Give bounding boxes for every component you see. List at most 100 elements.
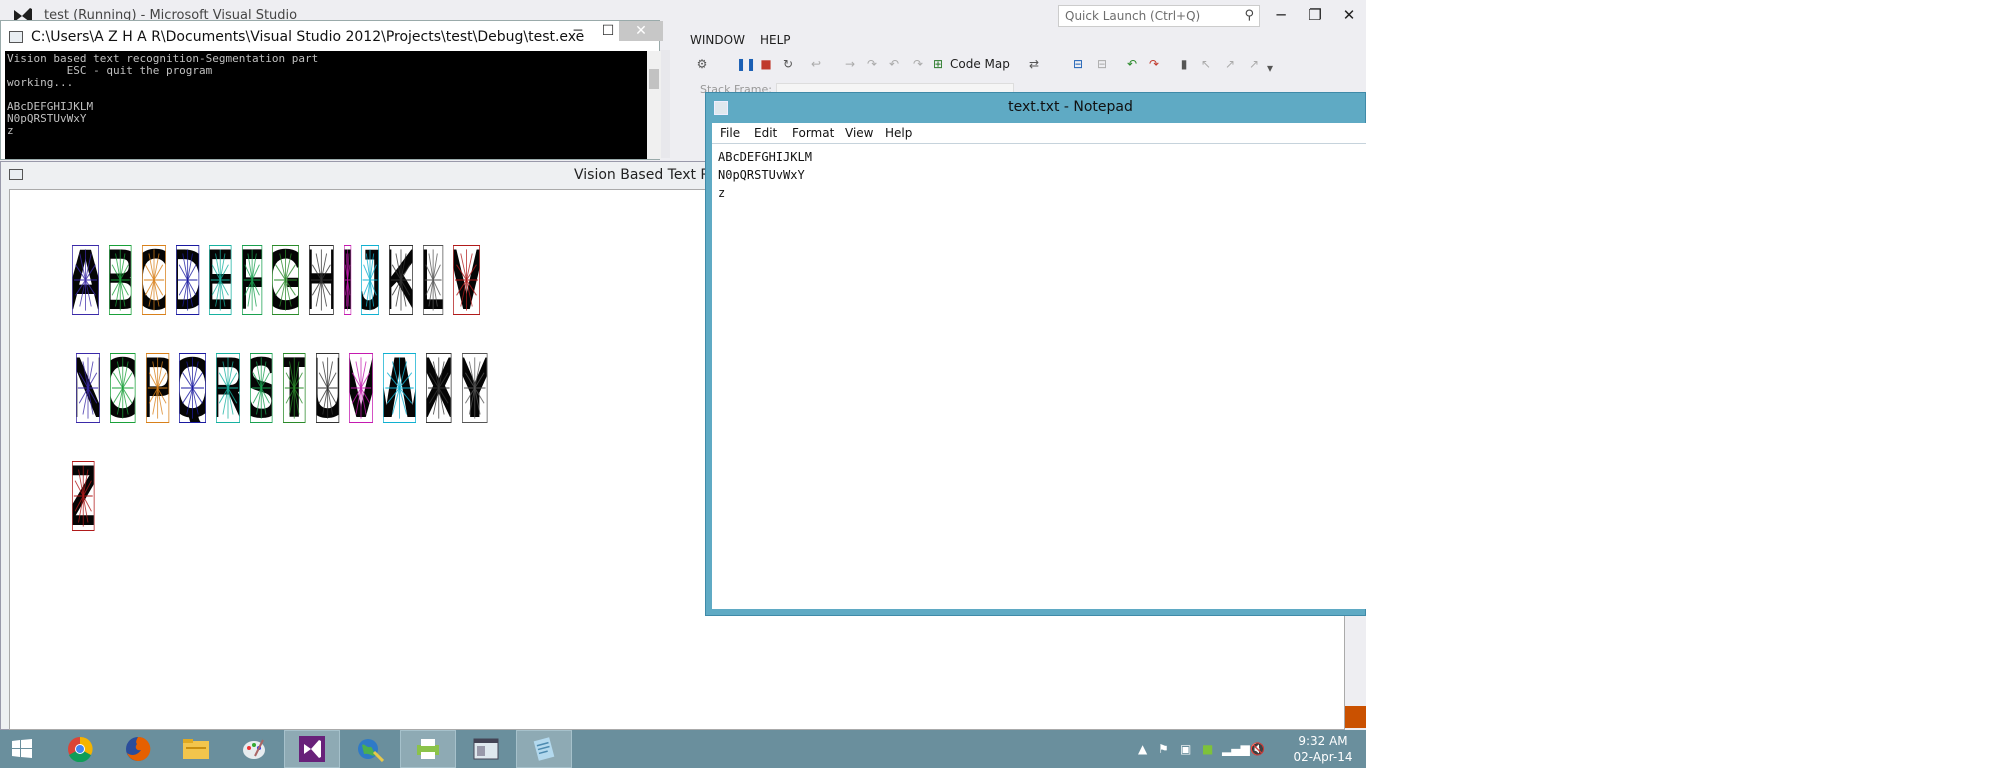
taskbar-firefox-button[interactable] — [110, 730, 166, 768]
taskbar-chrome-button[interactable] — [52, 730, 108, 768]
notepad-menu-edit[interactable]: Edit — [754, 126, 777, 140]
quick-launch-input[interactable]: Quick Launch (Ctrl+Q) ⚲ — [1058, 5, 1260, 27]
keypoint-lines — [243, 246, 262, 314]
console-scrollbar[interactable] — [647, 51, 661, 159]
keypoint-lines — [350, 354, 373, 422]
notepad-menu-help[interactable]: Help — [885, 126, 912, 140]
desktop: test (Running) - Microsoft Visual Studio… — [0, 0, 1366, 768]
taskbar-paint-button[interactable] — [226, 730, 282, 768]
segmented-letter-v: V — [349, 353, 373, 423]
segmented-letter-r: R — [216, 353, 240, 423]
taskbar-window-app-button[interactable] — [458, 730, 514, 768]
window-app-icon — [473, 738, 499, 760]
taskbar-globe-app-button[interactable] — [342, 730, 398, 768]
taskbar-printer-app-button[interactable] — [400, 730, 456, 768]
console-scroll-thumb[interactable] — [649, 69, 659, 89]
threads-icon[interactable]: ⊟ — [1070, 56, 1086, 72]
segmented-letter-d: D — [176, 245, 200, 315]
menu-help[interactable]: HELP — [760, 33, 791, 47]
keypoint-lines — [454, 246, 480, 314]
code-map-icon[interactable]: ⊞ — [930, 56, 946, 72]
clock-time: 9:32 AM — [1298, 734, 1348, 748]
step-into-icon[interactable]: → — [842, 56, 858, 72]
clear-bookmarks-icon[interactable]: ↷ — [1146, 56, 1162, 72]
segmented-letter-s: S — [250, 353, 273, 423]
network-icon[interactable]: ▂▄▆ — [1222, 742, 1250, 756]
taskbar-clock[interactable]: 9:32 AM 02-Apr-14 — [1288, 733, 1358, 765]
keypoint-lines — [284, 354, 305, 422]
step-over-icon[interactable]: ↷ — [864, 56, 880, 72]
segmented-letter-k: K — [389, 245, 413, 315]
keypoint-lines — [210, 246, 231, 314]
segmented-letter-l: L — [423, 245, 444, 315]
start-button[interactable] — [0, 730, 44, 768]
notepad-menu-format[interactable]: Format — [792, 126, 834, 140]
show-next-statement-icon[interactable]: ↩ — [808, 56, 824, 72]
tray-app-icon[interactable]: ▣ — [1180, 742, 1191, 756]
segmented-letter-f: F — [242, 245, 263, 315]
segmented-letter-u: U — [316, 353, 340, 423]
chrome-icon — [68, 736, 93, 762]
menu-window[interactable]: WINDOW — [690, 33, 745, 47]
attach-debugger-icon[interactable]: ⚙ — [694, 56, 710, 72]
vision-title: Vision Based Text Re — [574, 167, 719, 183]
segmented-letter-t: T — [283, 353, 306, 423]
console-line: z — [7, 124, 14, 137]
nvidia-icon[interactable]: ■ — [1202, 742, 1213, 756]
segmented-letter-j: J — [361, 245, 379, 315]
keypoint-lines — [147, 354, 169, 422]
segmented-letter-g: G — [272, 245, 299, 315]
notepad-title[interactable]: text.txt - Notepad — [706, 99, 1365, 115]
console-output[interactable]: Vision based text recognition-Segmentati… — [5, 51, 647, 159]
console-titlebar[interactable]: C:\Users\A Z H A R\Documents\Visual Stud… — [1, 21, 663, 51]
segmented-letter-a: A — [72, 245, 99, 315]
notepad-text-area[interactable]: ABcDEFGHIJKLM N0pQRSTUvWxY z — [712, 143, 1366, 609]
restart-icon[interactable]: ↻ — [780, 56, 796, 72]
console-title: C:\Users\A Z H A R\Documents\Visual Stud… — [31, 29, 585, 45]
quick-launch-placeholder: Quick Launch (Ctrl+Q) — [1065, 9, 1201, 23]
keypoint-lines — [77, 354, 100, 422]
start-icon — [12, 739, 32, 758]
console-minimize-button[interactable]: ─ — [561, 21, 595, 41]
stop-icon[interactable]: ■ — [758, 56, 774, 72]
vs-restore-button[interactable]: ❐ — [1298, 4, 1332, 26]
segmented-letter-i: I — [344, 245, 352, 315]
step-out-icon[interactable]: ↶ — [886, 56, 902, 72]
segmented-letter-h: H — [309, 245, 334, 315]
console-app-icon — [9, 31, 23, 43]
bookmark-folder-icon[interactable]: ↗ — [1246, 56, 1262, 72]
bookmark-icon[interactable]: ▮ — [1176, 56, 1192, 72]
vs-close-button[interactable]: ✕ — [1332, 4, 1366, 26]
hex-display-icon[interactable]: ⇄ — [1026, 56, 1042, 72]
clock-date: 02-Apr-14 — [1293, 750, 1353, 764]
notepad-menu-file[interactable]: File — [720, 126, 740, 140]
segmented-letter-c: C — [142, 245, 166, 315]
undo-icon[interactable]: ↶ — [1124, 56, 1140, 72]
tray-overflow-icon[interactable]: ▲ — [1138, 742, 1147, 756]
taskbar-notepad-button[interactable] — [516, 730, 572, 768]
vision-app-icon — [9, 169, 23, 180]
keypoint-lines — [317, 354, 339, 422]
taskbar-explorer-button[interactable] — [168, 730, 224, 768]
console-close-button[interactable]: ✕ — [619, 21, 663, 41]
vs-minimize-button[interactable]: ─ — [1264, 4, 1298, 26]
redo-icon[interactable]: ↷ — [910, 56, 926, 72]
outline-icon[interactable]: ⊟ — [1094, 56, 1110, 72]
keypoint-lines — [110, 246, 131, 314]
segmented-letter-w: W — [383, 353, 416, 423]
next-bookmark-icon[interactable]: ↗ — [1222, 56, 1238, 72]
notepad-menu-view[interactable]: View — [845, 126, 873, 140]
code-map-button[interactable]: Code Map — [950, 57, 1010, 71]
keypoint-lines — [463, 354, 487, 422]
segmented-letter-n: N — [76, 353, 100, 423]
keypoint-lines — [217, 354, 240, 422]
pause-icon[interactable]: ❚❚ — [736, 56, 756, 72]
taskbar-visual-studio-button[interactable] — [284, 730, 340, 768]
volume-muted-icon[interactable]: 🔇 — [1250, 742, 1265, 756]
paint-icon — [243, 739, 265, 759]
keypoint-lines — [384, 354, 416, 422]
toolbar-overflow-icon[interactable]: ▾ — [1262, 60, 1278, 76]
console-window: C:\Users\A Z H A R\Documents\Visual Stud… — [0, 20, 663, 160]
action-center-flag-icon[interactable]: ⚑ — [1158, 742, 1169, 756]
prev-bookmark-icon[interactable]: ↖ — [1198, 56, 1214, 72]
